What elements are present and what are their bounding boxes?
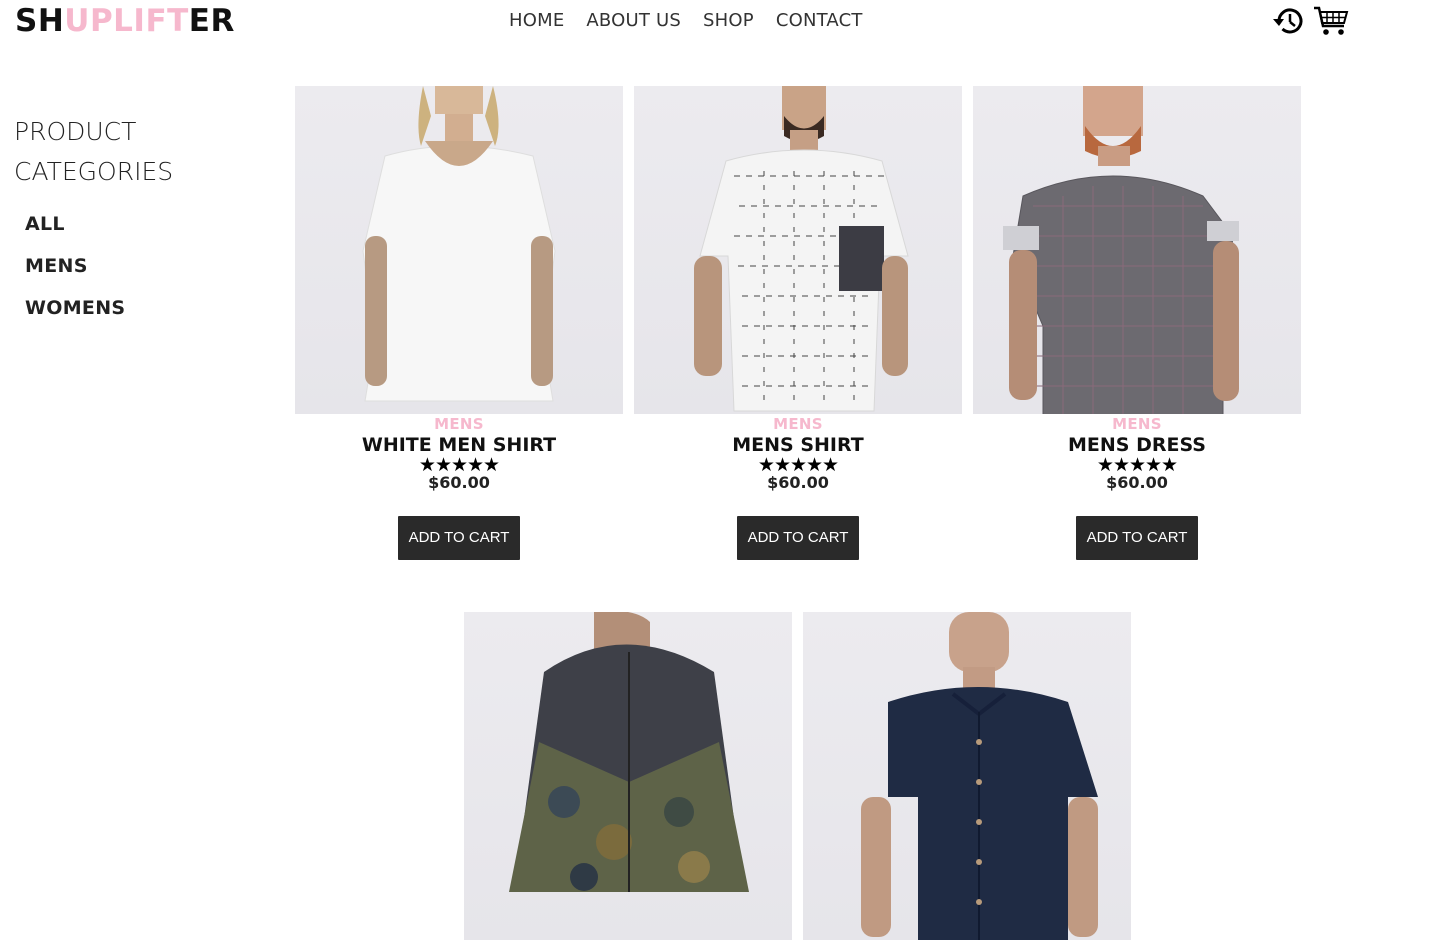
site-logo[interactable]: SHUPLIFTER [15, 3, 235, 39]
add-to-cart-button[interactable]: ADD TO CART [1075, 516, 1199, 560]
cart-icon[interactable] [1313, 4, 1349, 42]
product-image[interactable] [295, 86, 623, 414]
category-womens[interactable]: WOMENS [25, 293, 125, 335]
nav-contact[interactable]: CONTACT [776, 10, 863, 31]
logo-suffix: ER [188, 3, 235, 39]
add-to-cart-button[interactable]: ADD TO CART [397, 516, 521, 560]
logo-prefix: SH [15, 3, 65, 39]
nav-about-us[interactable]: ABOUT US [586, 10, 681, 31]
nav-home[interactable]: HOME [509, 10, 564, 31]
category-mens[interactable]: MENS [25, 251, 125, 293]
product-card: MENS MENS SHIRT ★★★★★ $60.00 ADD TO CART [634, 86, 962, 560]
history-icon[interactable] [1270, 4, 1306, 42]
product-price: $60.00 [767, 473, 829, 492]
product-card [803, 612, 1131, 941]
logo-accent: UPLIFT [64, 3, 189, 39]
product-category: MENS [1112, 415, 1162, 433]
product-rating: ★★★★★ [1096, 454, 1178, 476]
sidebar-title: PRODUCT CATEGORIES [14, 117, 174, 186]
add-to-cart-button[interactable]: ADD TO CART [736, 516, 860, 560]
product-rating: ★★★★★ [757, 454, 839, 476]
product-card [464, 612, 792, 941]
product-card: MENS MENS DRESS ★★★★★ $60.00 ADD TO CART [973, 86, 1301, 560]
product-image[interactable] [973, 86, 1301, 414]
product-card: MENS WHITE MEN SHIRT ★★★★★ $60.00 ADD TO… [295, 86, 623, 560]
main-nav: HOME ABOUT US SHOP CONTACT [509, 10, 863, 31]
product-rating: ★★★★★ [418, 454, 500, 476]
product-price: $60.00 [1106, 473, 1168, 492]
product-category: MENS [773, 415, 823, 433]
category-all[interactable]: ALL [25, 209, 125, 251]
nav-shop[interactable]: SHOP [703, 10, 754, 31]
category-list: ALL MENS WOMENS [25, 209, 125, 335]
product-price: $60.00 [428, 473, 490, 492]
product-category: MENS [434, 415, 484, 433]
product-image[interactable] [634, 86, 962, 414]
